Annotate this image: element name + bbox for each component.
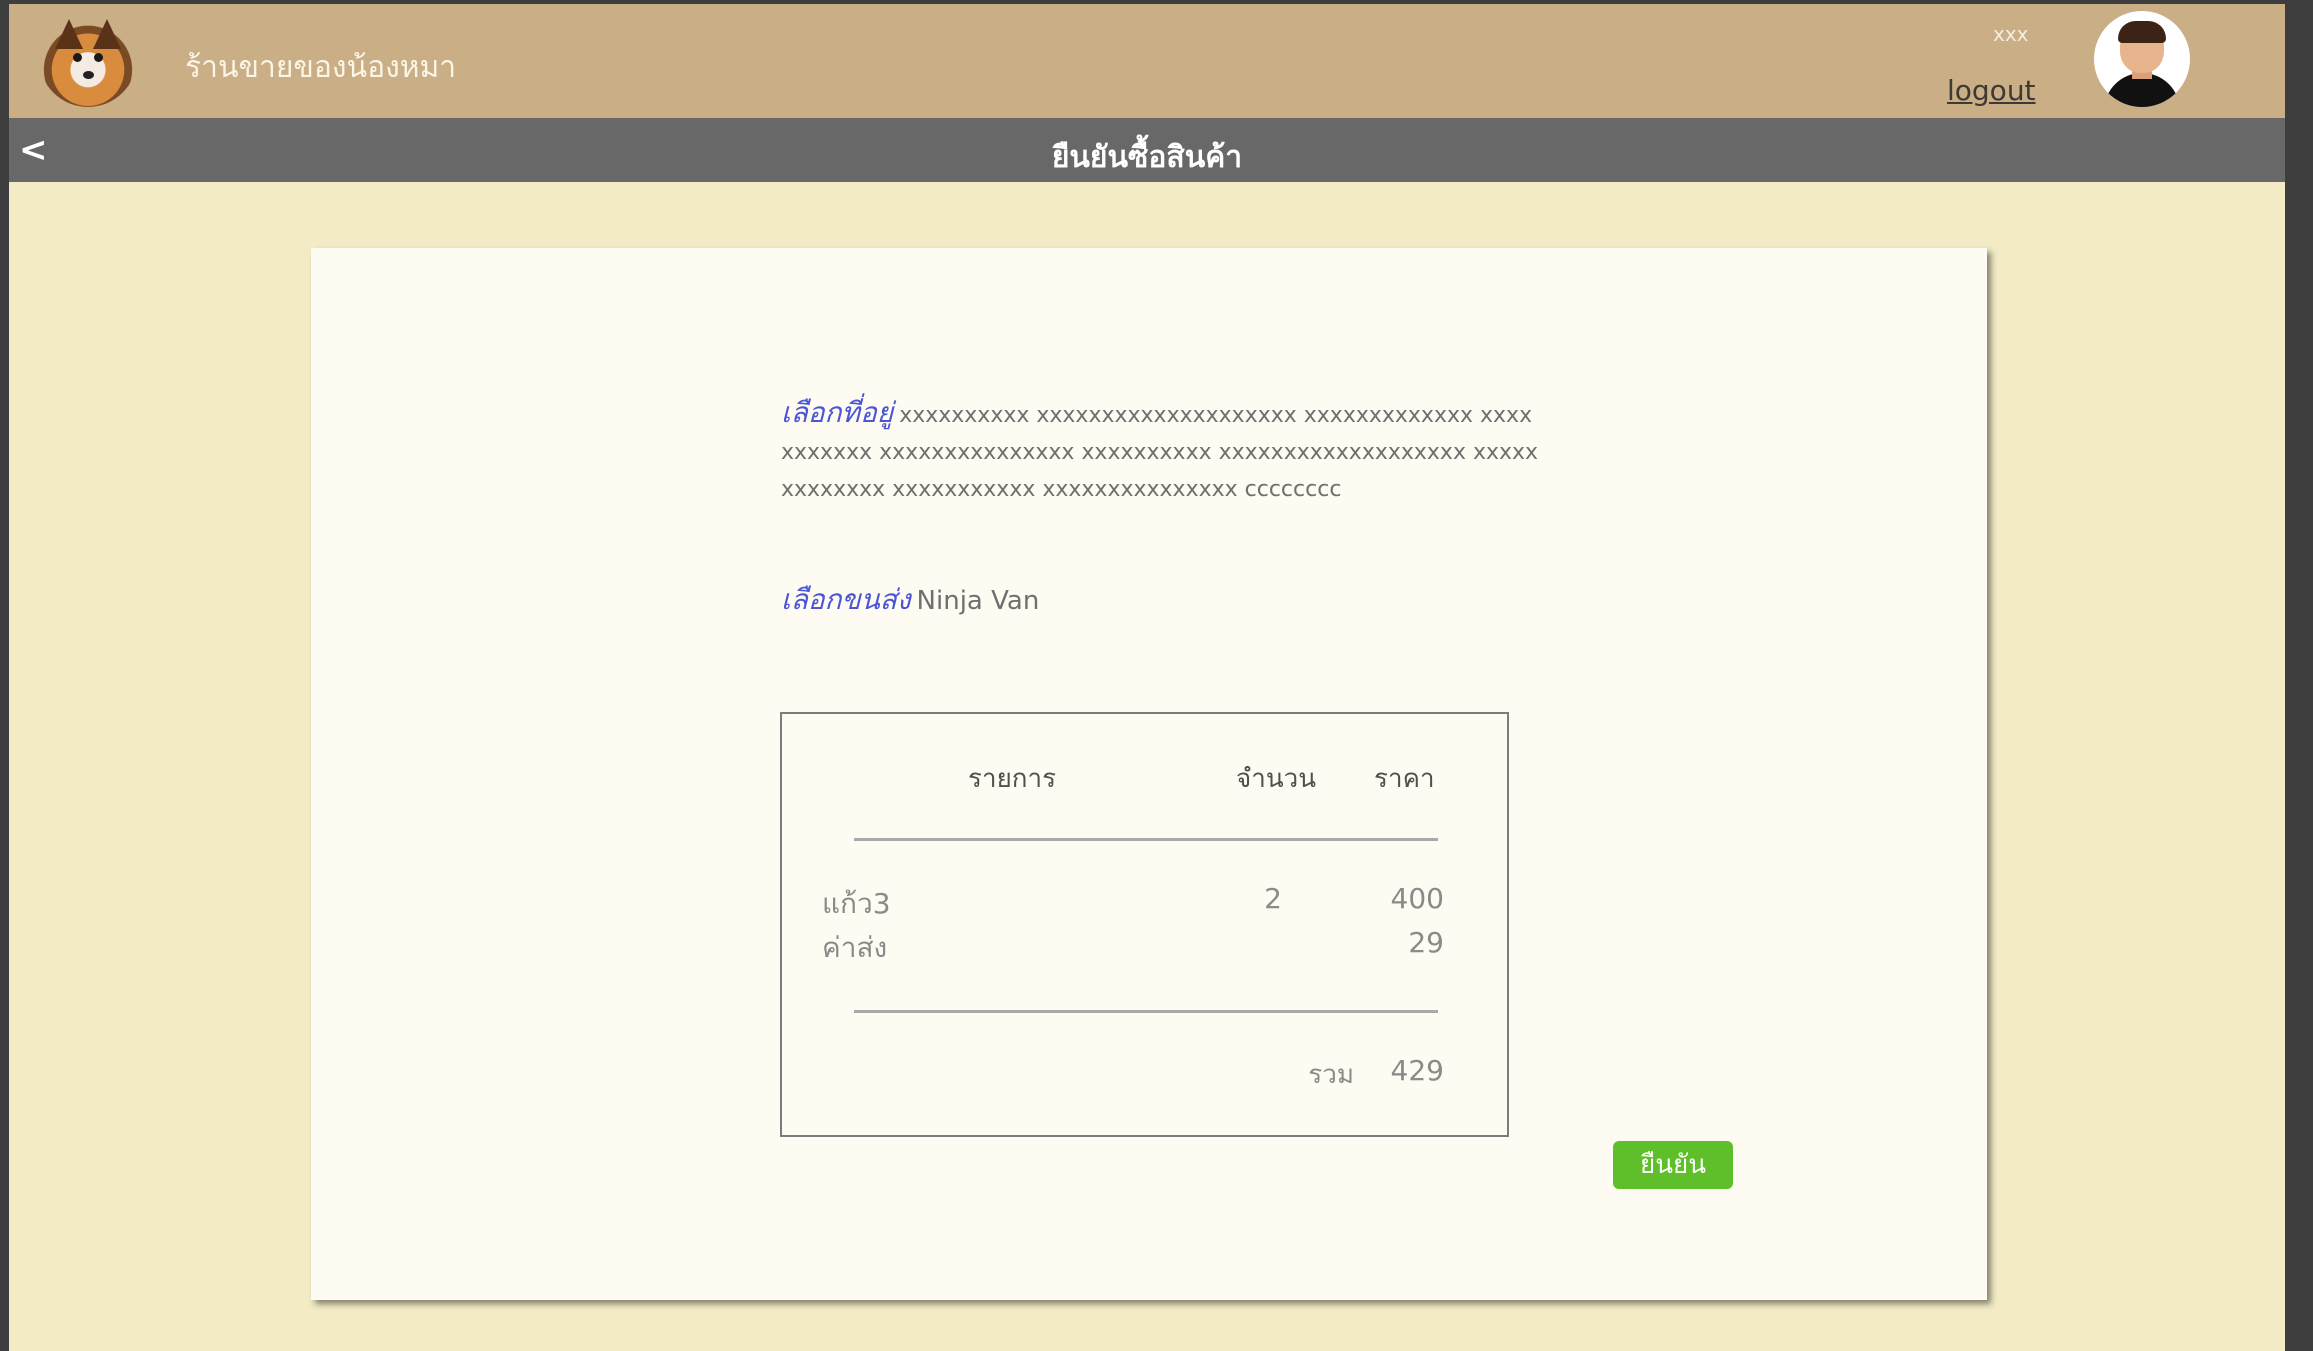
address-label: เลือกที่อยู่ — [781, 396, 894, 429]
dog-ear-left — [55, 19, 83, 49]
dog-logo-icon[interactable] — [39, 9, 137, 107]
dog-eye-left — [73, 53, 82, 62]
address-value: xxxxxxxxxx xxxxxxxxxxxxxxxxxxxx xxxxxxxx… — [781, 403, 1539, 502]
app-window: ร้านขายของน้องหมา xxx logout ยืนยันซื้อส… — [9, 4, 2285, 1351]
page-title: ยืนยันซื้อสินค้า — [1051, 140, 1243, 175]
order-summary-table: รายการ จำนวน ราคา แก้ว3 2 400 ค่าส่ง 29 … — [780, 712, 1509, 1137]
table-row-price: 29 — [1408, 926, 1444, 959]
total-value: 429 — [1390, 1054, 1444, 1087]
table-divider-top — [854, 838, 1438, 841]
back-button[interactable]: < — [19, 130, 48, 170]
table-row-price: 400 — [1390, 882, 1444, 915]
confirm-button[interactable]: ยืนยัน — [1613, 1141, 1733, 1189]
page-title-bar: ยืนยันซื้อสินค้า < — [9, 118, 2285, 182]
user-avatar-icon[interactable] — [2094, 11, 2190, 107]
dog-nose — [83, 71, 94, 79]
avatar-hair — [2118, 21, 2166, 43]
top-header-bar: ร้านขายของน้องหมา xxx logout — [9, 4, 2285, 118]
table-row-qty: 2 — [1264, 882, 1282, 915]
table-row-item: ค่าส่ง — [822, 931, 888, 964]
shop-name: ร้านขายของน้องหมา — [185, 50, 457, 85]
shipping-label: เลือกขนส่ง — [781, 583, 911, 616]
user-name: xxx — [1993, 22, 2029, 46]
shipping-value: Ninja Van — [916, 586, 1040, 616]
dog-ear-right — [93, 19, 121, 49]
shipping-section: เลือกขนส่ง Ninja Van — [781, 578, 1039, 622]
logout-link[interactable]: logout — [1947, 74, 2036, 107]
dog-eye-right — [94, 53, 103, 62]
order-confirm-card: เลือกที่อยู่ xxxxxxxxxx xxxxxxxxxxxxxxxxx… — [311, 248, 1987, 1300]
column-header-price: ราคา — [1374, 764, 1435, 794]
table-row-item: แก้ว3 — [822, 887, 891, 920]
column-header-qty: จำนวน — [1236, 764, 1316, 794]
table-divider-bottom — [854, 1010, 1438, 1013]
address-section: เลือกที่อยู่ xxxxxxxxxx xxxxxxxxxxxxxxxxx… — [781, 394, 1541, 508]
column-header-item: รายการ — [968, 764, 1057, 794]
